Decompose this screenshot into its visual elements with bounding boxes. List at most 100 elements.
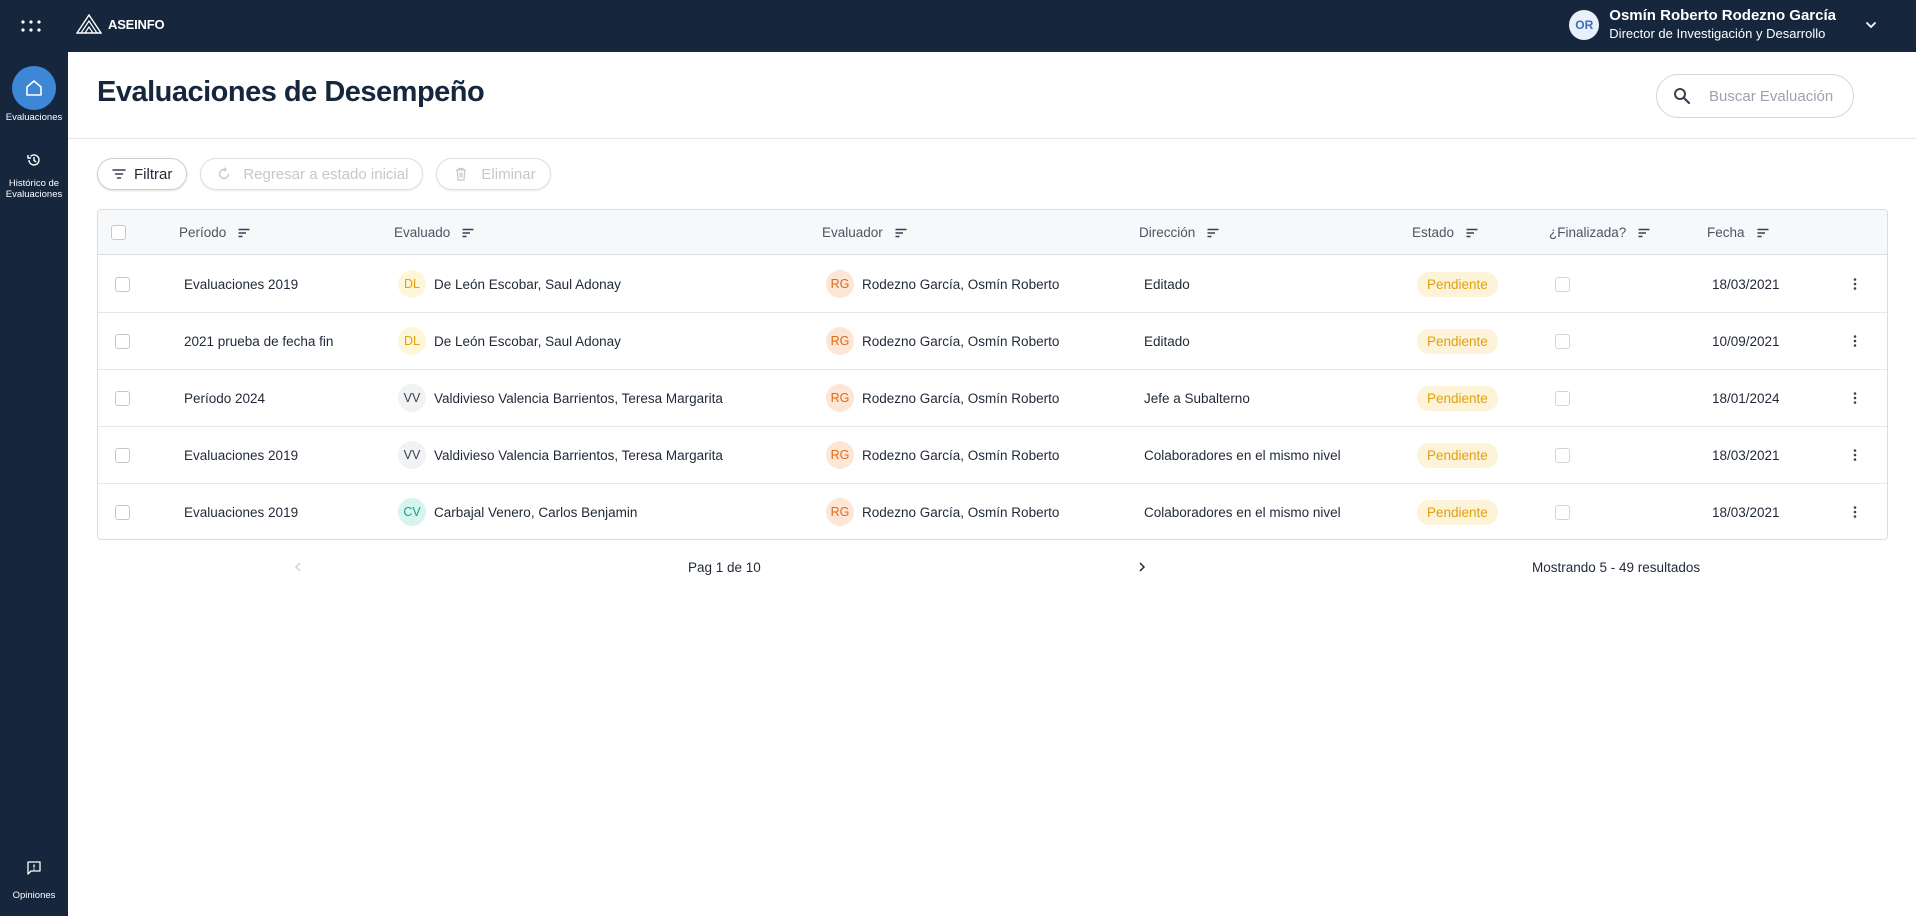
finalizada-cell [1555,370,1570,426]
estado-cell: Pendiente [1417,484,1498,539]
refresh-icon [219,167,230,180]
column-header-label: Evaluador [822,225,883,240]
delete-button[interactable]: Eliminar [436,158,551,190]
column-header-estado[interactable]: Estado [1412,210,1478,255]
table-row[interactable]: Evaluaciones 2019 VV Valdivieso Valencia… [98,427,1887,484]
user-name: Osmín Roberto Rodezno García [1609,7,1836,24]
more-vertical-icon[interactable] [1847,333,1863,349]
sidebar-item-evaluaciones[interactable]: Evaluaciones [0,66,68,123]
column-header-label: ¿Finalizada? [1549,225,1627,240]
status-badge: Pendiente [1417,442,1498,468]
periodo-cell: Evaluaciones 2019 [184,447,299,463]
table-header: Período Evaluado Evaluador Dirección Est… [98,210,1887,255]
finalizada-checkbox[interactable] [1555,276,1570,292]
brand-logo[interactable]: ASEINFO [76,14,165,34]
finalizada-checkbox[interactable] [1555,447,1570,463]
sort-icon[interactable] [1466,228,1478,238]
chevron-down-icon[interactable] [1864,18,1878,32]
periodo-cell: Período 2024 [184,390,266,406]
row-actions-cell [1847,427,1863,483]
evaluador-avatar: RG [826,441,854,469]
table-row[interactable]: Período 2024 VV Valdivieso Valencia Barr… [98,370,1887,427]
sort-icon[interactable] [1207,228,1219,238]
column-header-fecha[interactable]: Fecha [1707,210,1769,255]
history-icon [27,154,40,166]
row-checkbox[interactable] [115,333,130,349]
evaluado-name: Valdivieso Valencia Barrientos, Teresa M… [434,390,723,406]
evaluado-avatar: DL [398,327,426,355]
more-vertical-icon[interactable] [1847,447,1863,463]
finalizada-cell [1555,313,1570,369]
column-header-label: Dirección [1139,225,1196,240]
evaluador-name: Rodezno García, Osmín Roberto [862,333,1060,349]
row-checkbox[interactable] [115,390,130,406]
select-all-checkbox[interactable] [111,225,126,240]
trash-icon [456,167,467,181]
sidebar-item-opiniones[interactable]: Opiniones [0,860,68,901]
evaluador-cell: RG Rodezno García, Osmín Roberto [826,484,1060,539]
user-menu[interactable]: OR Osmín Roberto Rodezno García Director… [1569,6,1878,43]
evaluado-cell: CV Carbajal Venero, Carlos Benjamin [398,484,638,539]
finalizada-cell [1555,484,1570,539]
reset-state-button-label: Regresar a estado inicial [243,165,409,183]
evaluado-name: Valdivieso Valencia Barrientos, Teresa M… [434,447,723,463]
search-input[interactable] [1709,87,1849,105]
results-count: Mostrando 5 - 49 resultados [1532,559,1701,575]
apps-grid-icon[interactable] [20,16,42,36]
sort-icon[interactable] [238,228,250,238]
evaluador-name: Rodezno García, Osmín Roberto [862,447,1060,463]
evaluado-avatar: VV [398,384,426,412]
row-checkbox[interactable] [115,447,130,463]
evaluado-name: Carbajal Venero, Carlos Benjamin [434,504,638,520]
status-badge: Pendiente [1417,499,1498,525]
column-header-evaluado[interactable]: Evaluado [394,210,474,255]
finalizada-checkbox[interactable] [1555,333,1570,349]
sort-icon[interactable] [895,228,907,238]
direccion-cell: Colaboradores en el mismo nivel [1144,447,1341,463]
fecha-cell: 18/03/2021 [1712,447,1780,463]
evaluador-name: Rodezno García, Osmín Roberto [862,276,1060,292]
sidebar-item-historico[interactable]: Histórico de Evaluaciones [0,148,68,200]
column-header-evaluador[interactable]: Evaluador [822,210,907,255]
toolbar: Filtrar Regresar a estado inicial Elimin… [97,158,551,190]
chevron-right-icon[interactable] [1136,561,1148,573]
row-checkbox[interactable] [115,504,130,520]
sidebar-item-label-line2: Evaluaciones [5,189,63,200]
sidebar-item-label: Opiniones [12,890,56,901]
sort-icon[interactable] [1638,228,1650,238]
more-vertical-icon[interactable] [1847,276,1863,292]
brand-name: ASEINFO [108,16,165,32]
more-vertical-icon[interactable] [1847,504,1863,520]
column-header-periodo[interactable]: Período [179,210,250,255]
filter-button[interactable]: Filtrar [97,158,188,190]
fecha-cell: 18/03/2021 [1712,504,1780,520]
reset-state-button[interactable]: Regresar a estado inicial [200,158,424,190]
search-box[interactable] [1656,74,1854,118]
row-checkbox[interactable] [115,276,130,292]
more-vertical-icon[interactable] [1847,390,1863,406]
column-header-finalizada[interactable]: ¿Finalizada? [1549,210,1650,255]
finalizada-cell [1555,427,1570,483]
table-row[interactable]: 2021 prueba de fecha fin DL De León Esco… [98,313,1887,370]
sort-icon[interactable] [1757,228,1769,238]
evaluado-name: De León Escobar, Saul Adonay [434,333,621,349]
column-header-direccion[interactable]: Dirección [1139,210,1219,255]
evaluador-cell: RG Rodezno García, Osmín Roberto [826,370,1059,426]
table-row[interactable]: Evaluaciones 2019 DL De León Escobar, Sa… [98,256,1887,313]
evaluador-cell: RG Rodezno García, Osmín Roberto [826,427,1059,483]
page-header: Evaluaciones de Desempeño [68,52,1916,139]
finalizada-checkbox[interactable] [1555,504,1570,520]
evaluador-name: Rodezno García, Osmín Roberto [862,504,1060,520]
finalizada-checkbox[interactable] [1555,390,1570,406]
page-indicator: Pag 1 de 10 [688,559,761,575]
sort-icon[interactable] [462,228,474,238]
row-select-cell [115,256,130,312]
sidebar: Evaluaciones Histórico de Evaluaciones O… [0,52,68,916]
delete-button-label: Eliminar [481,165,536,183]
fecha-cell: 18/01/2024 [1712,390,1780,406]
table-row[interactable]: Evaluaciones 2019 CV Carbajal Venero, Ca… [98,484,1887,539]
search-icon [1674,88,1691,105]
chevron-left-icon[interactable] [292,561,304,573]
status-badge: Pendiente [1417,385,1498,411]
filter-button-label: Filtrar [134,165,173,183]
